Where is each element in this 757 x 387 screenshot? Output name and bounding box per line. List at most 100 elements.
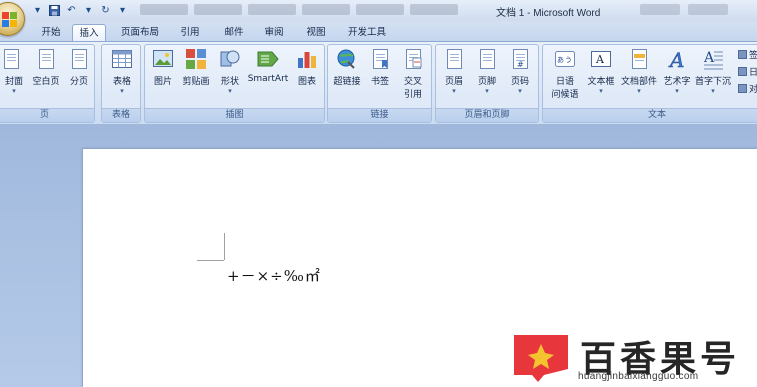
svg-text:A: A [668, 48, 684, 70]
document-body-text[interactable]: +－×÷‰㎡ [227, 265, 321, 286]
smartart-button[interactable]: SmartArt [245, 48, 291, 84]
group-illustrations-label: 插图 [145, 108, 324, 122]
blurred-title-right [640, 4, 728, 15]
hyperlink-button[interactable]: 超链接 [330, 48, 364, 87]
hyperlink-label: 超链接 [333, 77, 361, 87]
chevron-down-icon: ▾ [637, 87, 641, 95]
textbox-button[interactable]: A 文本框 ▾ [585, 48, 617, 95]
group-tables: 表格 ▾ 表格 [101, 44, 141, 123]
drop-cap-button[interactable]: A 首字下沉 ▾ [693, 48, 733, 95]
phonetic-guide-button[interactable]: あう 日语 问候语 [547, 48, 583, 100]
wordart-label: 艺术字 [663, 77, 691, 87]
quick-parts-button[interactable]: 文档部件 ▾ [619, 48, 659, 95]
header-button[interactable]: 页眉 ▾ [440, 48, 468, 95]
bookmark-button[interactable]: 书签 [366, 48, 394, 87]
svg-text:A: A [703, 50, 715, 66]
redo-icon[interactable]: ↻ [98, 3, 113, 18]
date-time-label: 日 [749, 68, 757, 78]
undo-dropdown-icon[interactable]: ▾ [81, 3, 96, 18]
textbox-label: 文本框 [587, 77, 615, 87]
page-number-icon: # [509, 48, 531, 70]
tab-view[interactable]: 视图 [298, 24, 334, 42]
page-number-button[interactable]: # 页码 ▾ [506, 48, 534, 95]
tab-references[interactable]: 引用 [172, 24, 208, 42]
page-break-icon [68, 48, 90, 70]
picture-button[interactable]: 图片 [149, 48, 177, 87]
phonetic-icon: あう [554, 48, 576, 70]
office-logo-icon [2, 12, 18, 28]
table-label: 表格 [112, 77, 131, 87]
watermark-url: huangjinbaixiangguo.com [578, 371, 699, 382]
bookmark-icon [369, 48, 391, 70]
tab-review[interactable]: 审阅 [256, 24, 292, 42]
wordart-button[interactable]: A 艺术字 ▾ [661, 48, 693, 95]
qat-more-icon[interactable]: ▾ [115, 3, 130, 18]
signature-icon [738, 50, 747, 59]
group-text: あう 日语 问候语 A 文本框 ▾ 文档部件 ▾ A 艺术字 ▾ A 首字下沉 … [542, 44, 757, 123]
picture-label: 图片 [153, 77, 172, 87]
tab-page-layout[interactable]: 页面布局 [114, 24, 166, 42]
shapes-label: 形状 [220, 77, 239, 87]
cross-reference-label-line2: 引用 [403, 90, 422, 100]
signature-line-button[interactable]: 签 [738, 48, 757, 61]
blank-page-label: 空白页 [32, 77, 60, 87]
group-header-footer-label: 页眉和页脚 [436, 108, 538, 122]
save-icon[interactable] [47, 3, 62, 18]
object-label: 对 [749, 85, 757, 95]
group-pages: 封面 ▾ 空白页 分页 页 [0, 44, 95, 123]
group-header-footer: 页眉 ▾ 页脚 ▾ # 页码 ▾ 页眉和页脚 [435, 44, 539, 123]
margin-corner-mark [224, 233, 225, 260]
chevron-down-icon: ▾ [12, 87, 16, 95]
signature-label: 签 [749, 51, 757, 61]
footer-label: 页脚 [477, 77, 496, 87]
picture-icon [152, 48, 174, 70]
object-icon [738, 84, 747, 93]
blank-page-button[interactable]: 空白页 [30, 48, 62, 87]
calendar-icon [738, 67, 747, 76]
page-number-label: 页码 [510, 77, 529, 87]
ribbon-tab-bar: 开始 插入 页面布局 引用 邮件 审阅 视图 开发工具 [0, 21, 757, 42]
chevron-down-icon: ▾ [711, 87, 715, 95]
date-time-button[interactable]: 日 [738, 65, 757, 78]
clipart-button[interactable]: 剪贴画 [180, 48, 212, 87]
clipart-icon [185, 48, 207, 70]
shapes-button[interactable]: 形状 ▾ [216, 48, 244, 95]
group-illustrations: 图片 剪贴画 形状 ▾ SmartArt 图表 插图 [144, 44, 325, 123]
header-label: 页眉 [444, 77, 463, 87]
table-button[interactable]: 表格 ▾ [105, 48, 139, 95]
group-links: 超链接 书签 交叉 引用 链接 [327, 44, 432, 123]
chevron-down-icon: ▾ [228, 87, 232, 95]
chevron-down-icon: ▾ [518, 87, 522, 95]
tab-insert[interactable]: 插入 [72, 24, 106, 42]
cross-reference-button[interactable]: 交叉 引用 [398, 48, 428, 100]
page-break-button[interactable]: 分页 [65, 48, 93, 87]
footer-icon [476, 48, 498, 70]
object-button[interactable]: 对 [738, 82, 757, 95]
svg-text:A: A [595, 53, 605, 66]
wordart-icon: A [666, 48, 688, 73]
tab-home[interactable]: 开始 [32, 24, 70, 42]
tab-mailings[interactable]: 邮件 [216, 24, 252, 42]
cross-reference-label-line1: 交叉 [403, 77, 422, 87]
globe-icon [336, 48, 358, 70]
group-pages-label: 页 [0, 108, 94, 122]
title-bar: ▾ ↶ ▾ ↻ ▾ 文档 1 - Microsoft Word [0, 0, 757, 21]
bookmark-label: 书签 [370, 77, 389, 87]
smartart-icon [257, 48, 279, 70]
tab-developer[interactable]: 开发工具 [340, 24, 394, 42]
shapes-icon [219, 48, 241, 70]
phonetic-label-line2: 问候语 [551, 90, 579, 100]
footer-button[interactable]: 页脚 ▾ [473, 48, 501, 95]
chart-icon [296, 48, 318, 70]
quick-parts-label: 文档部件 [620, 77, 657, 87]
chart-button[interactable]: 图表 [293, 48, 321, 87]
group-text-label: 文本 [543, 108, 757, 122]
cover-page-button[interactable]: 封面 ▾ [1, 48, 27, 95]
blank-page-icon [35, 48, 57, 70]
chart-label: 图表 [297, 77, 316, 87]
window-title: 文档 1 - Microsoft Word [496, 8, 601, 19]
customize-quick-access-icon[interactable]: ▾ [30, 3, 45, 18]
undo-icon[interactable]: ↶ [64, 3, 79, 18]
quick-parts-icon [628, 48, 650, 70]
cross-reference-icon [402, 48, 424, 70]
